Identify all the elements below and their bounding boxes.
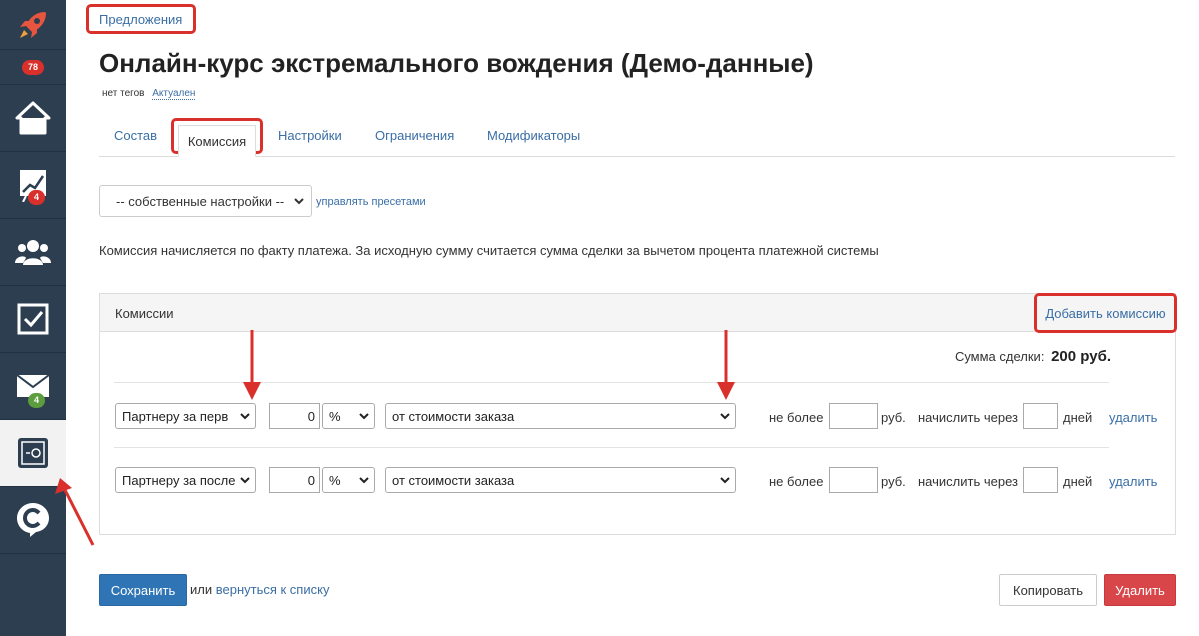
sidebar-item-stats[interactable]: 4 [0, 152, 66, 219]
partner-select-value: Партнеру за после [122, 472, 236, 488]
breadcrumb-link[interactable]: Предложения [99, 12, 182, 27]
max-input[interactable] [829, 467, 878, 493]
add-commission-button[interactable]: Добавить комиссию [1034, 293, 1177, 333]
commission-note: Комиссия начисляется по факту платежа. З… [99, 243, 879, 258]
sidebar: 78 4 4 [0, 0, 66, 636]
base-select-value: от стоимости заказа [392, 408, 515, 424]
copy-button[interactable]: Копировать [999, 574, 1097, 606]
divider [114, 382, 1109, 383]
sidebar-item-home[interactable] [0, 85, 66, 152]
or-text: или вернуться к списку [190, 582, 329, 597]
unit-select[interactable]: % [322, 403, 375, 429]
safe-icon [18, 438, 48, 468]
delay-label: начислить через [918, 474, 1018, 489]
deal-sum-label: Сумма сделки: [954, 349, 1045, 364]
tab-commission-label: Комиссия [178, 125, 256, 157]
chat-c-icon [17, 503, 49, 537]
stats-badge: 4 [28, 190, 46, 205]
page-title: Онлайн-курс экстремального вождения (Дем… [99, 48, 814, 78]
preset-select[interactable]: -- собственные настройки -- [99, 185, 312, 217]
sidebar-item-tasks[interactable] [0, 286, 66, 353]
or-label: или [190, 582, 213, 597]
chevron-down-icon [359, 413, 369, 420]
commissions-panel: Комиссии Добавить комиссию Сумма сделки:… [99, 293, 1177, 535]
chevron-down-icon [359, 477, 369, 484]
amount-input[interactable]: 0 [269, 403, 320, 429]
partner-select-value: Партнеру за перв [122, 408, 229, 424]
max-label: не более [769, 474, 824, 489]
chevron-down-icon [294, 198, 304, 205]
currency-label: руб. [881, 410, 906, 425]
users-icon [15, 240, 51, 265]
partner-select[interactable]: Партнеру за после [115, 467, 256, 493]
delay-input[interactable] [1023, 403, 1058, 429]
tags-line: нет тегов Актуален [102, 88, 196, 100]
tab-composition[interactable]: Состав [114, 128, 157, 143]
commission-row: Партнеру за перв 0 % от стоимости заказа… [100, 402, 1175, 432]
chevron-down-icon [720, 477, 730, 484]
sidebar-item-mail[interactable]: 4 [0, 353, 66, 420]
main-content: Предложения Онлайн-курс экстремального в… [66, 0, 1199, 636]
tab-commission[interactable]: Комиссия [171, 118, 263, 157]
delete-button[interactable]: Удалить [1104, 574, 1176, 606]
unit-select-value: % [329, 472, 341, 488]
commission-row: Партнеру за после 0 % от стоимости заказ… [100, 466, 1175, 496]
checkbox-icon [17, 303, 49, 335]
tags-text: нет тегов [102, 88, 145, 99]
max-input[interactable] [829, 403, 878, 429]
unit-select-value: % [329, 408, 341, 424]
breadcrumb[interactable]: Предложения [86, 4, 196, 34]
delete-row-link[interactable]: удалить [1109, 474, 1157, 489]
sidebar-badge-row: 78 [0, 50, 66, 85]
add-commission-label: Добавить комиссию [1045, 305, 1166, 321]
status-link[interactable]: Актуален [152, 88, 196, 100]
deal-sum-value: 200 руб. [1051, 348, 1111, 365]
back-to-list-link[interactable]: вернуться к списку [216, 582, 330, 597]
sidebar-item-chat[interactable] [0, 487, 66, 554]
max-label: не более [769, 410, 824, 425]
chevron-down-icon [240, 477, 250, 484]
partner-select[interactable]: Партнеру за перв [115, 403, 256, 429]
mail-badge: 4 [28, 393, 46, 408]
base-select[interactable]: от стоимости заказа [385, 403, 736, 429]
home-icon [15, 101, 51, 135]
delete-row-link[interactable]: удалить [1109, 410, 1157, 425]
divider [114, 447, 1109, 448]
delay-label: начислить через [918, 410, 1018, 425]
tab-settings[interactable]: Настройки [278, 128, 342, 143]
tabs-bar: Состав Комиссия Настройки Ограничения Мо… [99, 118, 1175, 157]
days-label: дней [1063, 474, 1093, 489]
unit-select[interactable]: % [322, 467, 375, 493]
preset-select-value: -- собственные настройки -- [116, 193, 285, 209]
sidebar-item-rocket[interactable] [0, 0, 66, 50]
tab-restrictions[interactable]: Ограничения [375, 128, 454, 143]
chevron-down-icon [720, 413, 730, 420]
manage-presets-link[interactable]: управлять пресетами [316, 196, 426, 208]
base-select-value: от стоимости заказа [392, 472, 515, 488]
sidebar-item-safe[interactable] [0, 420, 66, 487]
notifications-badge: 78 [21, 59, 44, 75]
panel-header: Комиссии Добавить комиссию [100, 293, 1177, 333]
save-button[interactable]: Сохранить [99, 574, 187, 606]
amount-input[interactable]: 0 [269, 467, 320, 493]
days-label: дней [1063, 410, 1093, 425]
currency-label: руб. [881, 474, 906, 489]
panel-title: Комиссии [115, 306, 174, 321]
base-select[interactable]: от стоимости заказа [385, 467, 736, 493]
deal-sum: Сумма сделки: 200 руб. [955, 348, 1111, 365]
rocket-icon [20, 11, 46, 38]
tab-modifiers[interactable]: Модификаторы [487, 128, 580, 143]
sidebar-item-users[interactable] [0, 219, 66, 286]
delay-input[interactable] [1023, 467, 1058, 493]
chevron-down-icon [240, 413, 250, 420]
